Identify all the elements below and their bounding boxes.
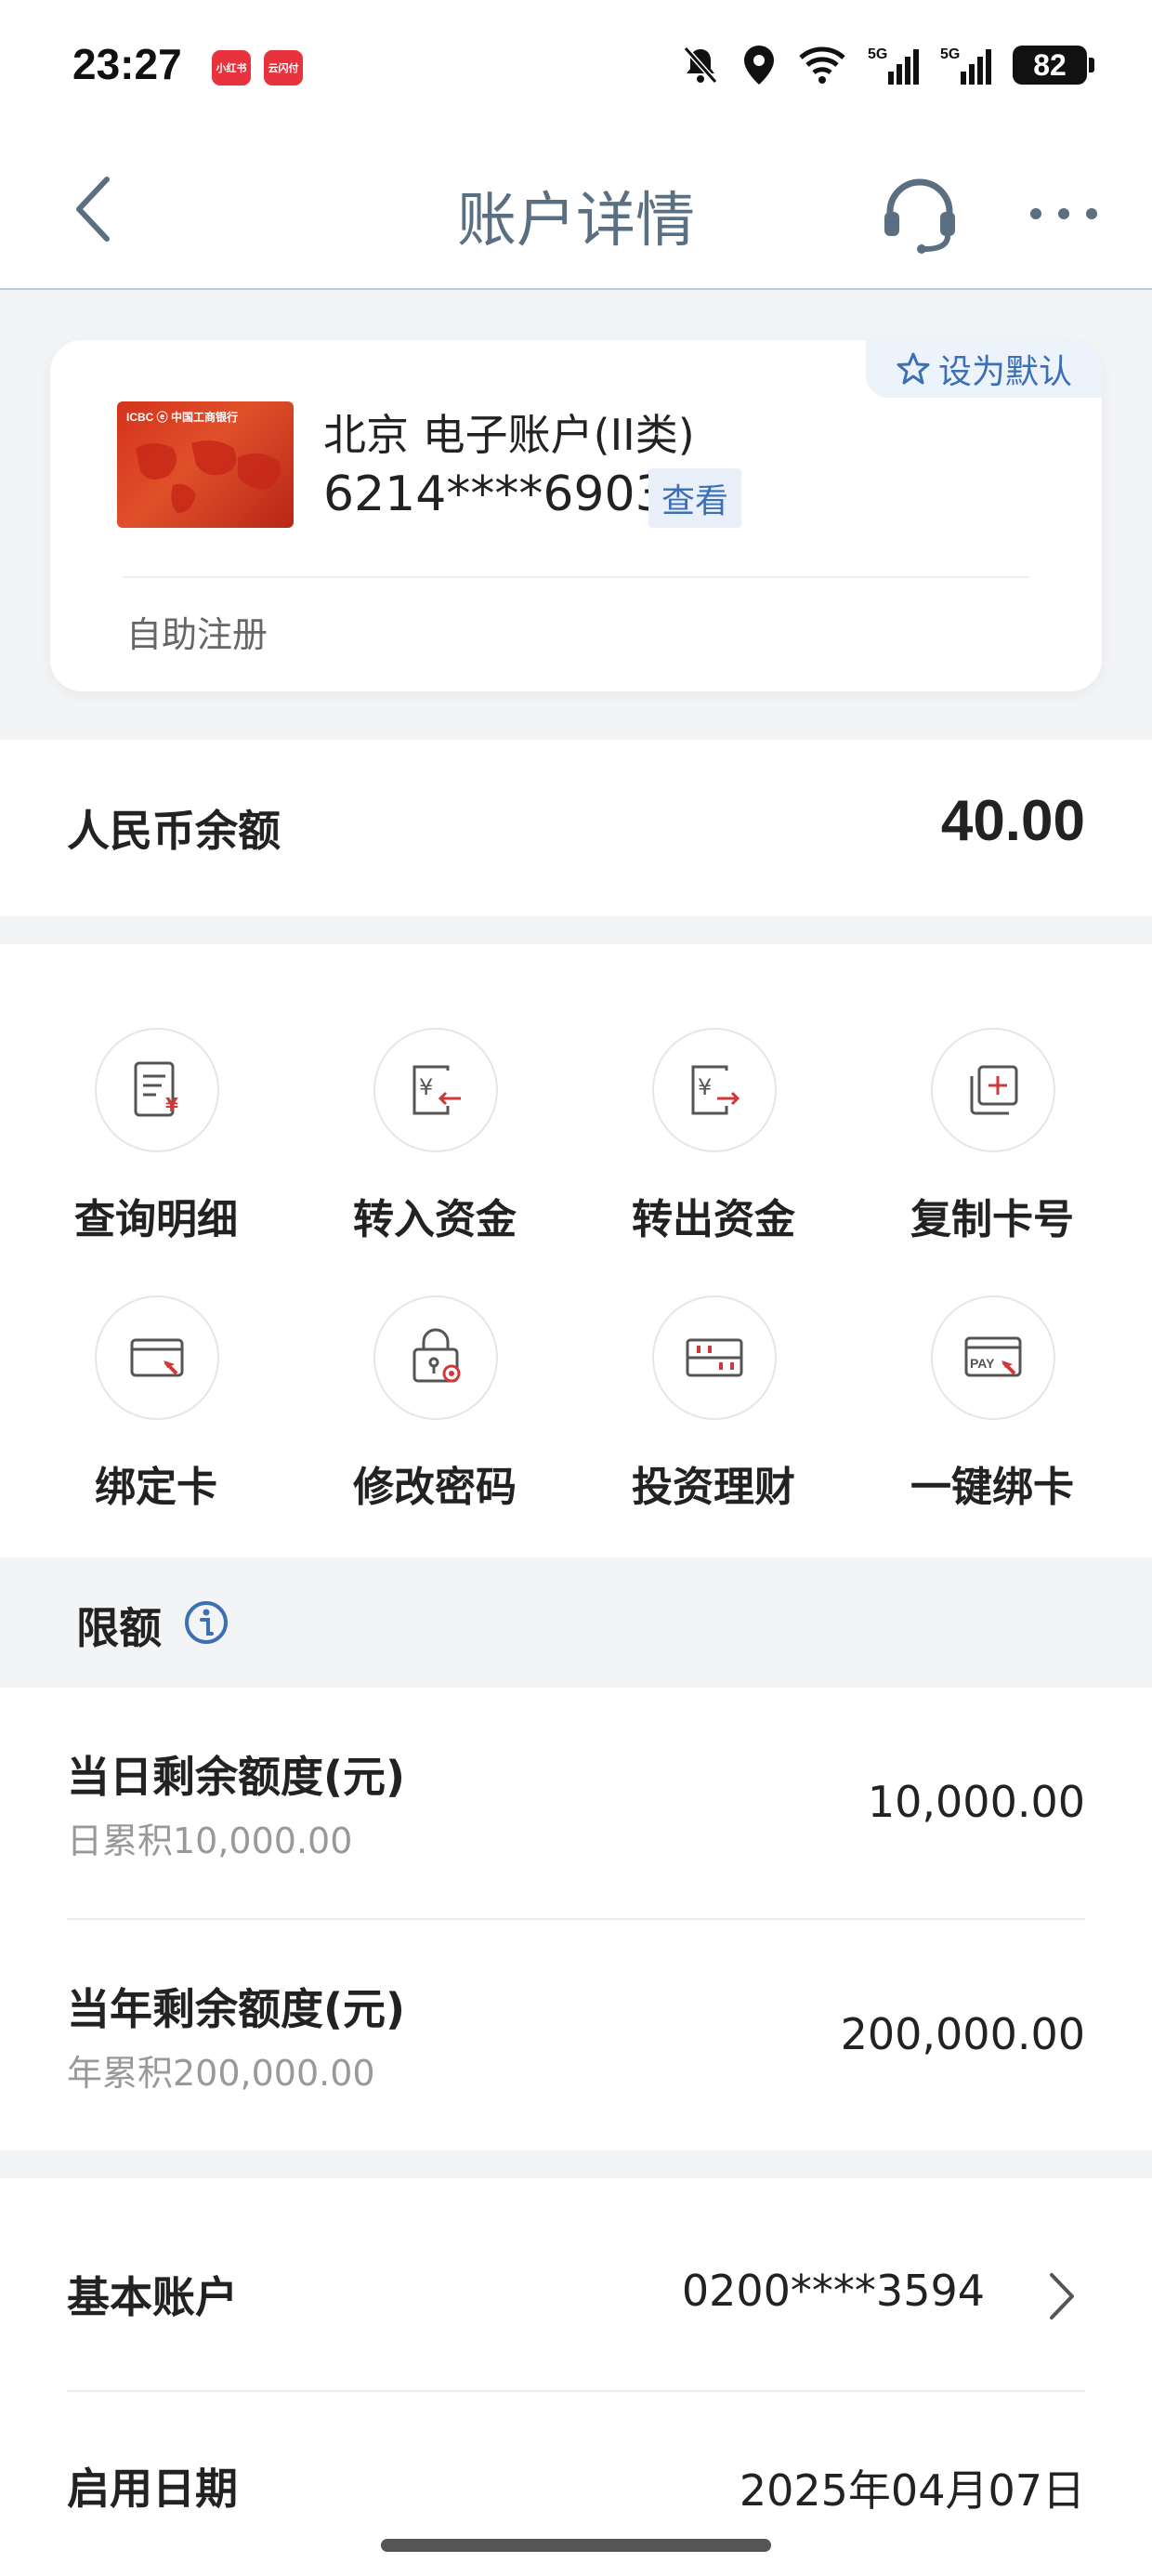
function-grid: ¥ 查询明细 ¥ 转入资金 ¥ 转出资金 复制卡号 绑定卡 修改密码 投资理财 …: [0, 944, 1152, 1557]
balance-row: 人民币余额 40.00: [0, 740, 1152, 916]
more-icon: [1030, 208, 1097, 219]
star-icon: [897, 352, 930, 385]
account-number: 6214****6903: [323, 467, 666, 522]
transfer-in-button[interactable]: ¥ 转入资金: [295, 963, 574, 1243]
location-icon: [744, 46, 774, 85]
basic-account-value: 0200****3594: [681, 2266, 985, 2316]
world-map-graphic: [136, 440, 281, 513]
statement-icon-circle: ¥: [95, 1028, 219, 1152]
daily-limit-row: 当日剩余额度(元) 日累积10,000.00 10,000.00: [0, 1688, 1152, 1920]
lock-settings-icon: [412, 1328, 461, 1383]
copy-icon: [970, 1065, 1018, 1115]
query-details-button[interactable]: ¥ 查询明细: [17, 963, 295, 1243]
set-default-label: 设为默认: [937, 353, 1072, 391]
one-click-bind-button[interactable]: PAY 一键绑卡: [853, 1230, 1132, 1511]
pay-card-icon: PAY: [964, 1336, 1022, 1377]
status-bar: 23:27 小红书 云闪付 5G 5G 82: [0, 0, 1152, 130]
investment-label: 投资理财: [632, 1464, 795, 1511]
svg-text:5G: 5G: [868, 46, 887, 62]
info-icon[interactable]: [182, 1598, 230, 1647]
battery-indicator: 82: [1013, 46, 1094, 85]
daily-limit-label: 当日剩余额度(元): [67, 1752, 406, 1802]
basic-account-row[interactable]: 基本账户 0200****3594: [0, 2178, 1152, 2392]
view-number-button[interactable]: 查看: [648, 468, 741, 528]
card-divider: [123, 576, 1029, 578]
bind-card-button[interactable]: 绑定卡: [17, 1230, 295, 1511]
limits-header: 限额: [0, 1557, 1152, 1688]
transfer-out-icon: ¥: [691, 1065, 740, 1115]
daily-limit-value: 10,000.00: [867, 1777, 1085, 1827]
abacus-icon-circle: [652, 1295, 777, 1420]
start-date-value: 2025年04月07日: [739, 2465, 1085, 2516]
start-date-label: 启用日期: [67, 2464, 238, 2514]
limits-title: 限额: [76, 1603, 162, 1653]
transfer-out-icon-circle: ¥: [652, 1028, 777, 1152]
transfer-out-button[interactable]: ¥ 转出资金: [574, 963, 853, 1243]
yearly-limit-sub: 年累积200,000.00: [67, 2053, 375, 2094]
wifi-icon: [799, 46, 845, 84]
mute-bell-icon: [683, 46, 718, 84]
yearly-limit-label: 当年剩余额度(元): [67, 1984, 406, 2034]
status-icons: 5G 5G 82: [680, 41, 1094, 89]
pay-card-icon-circle: PAY: [931, 1295, 1055, 1420]
svg-text:¥: ¥: [419, 1074, 433, 1100]
section-gap: [0, 916, 1152, 944]
copy-icon-circle: [931, 1028, 1055, 1152]
yearly-limit-row: 当年剩余额度(元) 年累积200,000.00 200,000.00: [0, 1920, 1152, 2150]
yearly-limit-value: 200,000.00: [840, 2009, 1085, 2059]
section-gap-2: [0, 2150, 1152, 2178]
bind-card-label: 绑定卡: [95, 1464, 217, 1511]
svg-text:¥: ¥: [165, 1094, 178, 1116]
account-source: 自助注册: [126, 614, 268, 655]
balance-value: 40.00: [940, 789, 1085, 853]
lock-icon-circle: [373, 1295, 498, 1420]
bank-card-image: ICBC ⓔ 中国工商银行: [117, 401, 294, 528]
one-click-bind-label: 一键绑卡: [910, 1464, 1074, 1511]
chevron-right-icon: [1050, 2273, 1074, 2320]
transfer-in-icon: ¥: [412, 1065, 461, 1115]
bind-card-icon: [130, 1338, 184, 1377]
yunshanfu-app-icon: 云闪付: [264, 50, 303, 85]
page-title: 账户详情: [457, 187, 695, 256]
home-indicator[interactable]: [381, 2539, 771, 2552]
abacus-icon: [686, 1338, 743, 1377]
change-password-button[interactable]: 修改密码: [295, 1230, 574, 1511]
statement-icon: ¥: [134, 1061, 178, 1117]
more-button[interactable]: [1022, 186, 1106, 242]
basic-account-label: 基本账户: [67, 2272, 238, 2322]
headset-icon: [884, 178, 955, 254]
account-card[interactable]: 设为默认 ICBC ⓔ 中国工商银行 北京 电子账户(II类) 6214****…: [50, 340, 1102, 691]
signal-5g-icon: 5G: [868, 46, 919, 85]
change-password-label: 修改密码: [353, 1464, 517, 1511]
status-time: 23:27: [72, 40, 182, 88]
signal-5g-icon-2: 5G: [940, 46, 991, 85]
set-default-button[interactable]: 设为默认: [866, 340, 1102, 398]
transfer-in-icon-circle: ¥: [373, 1028, 498, 1152]
copy-card-number-button[interactable]: 复制卡号: [853, 963, 1132, 1243]
svg-text:PAY: PAY: [970, 1356, 995, 1371]
nav-bar: 账户详情: [0, 130, 1152, 290]
account-name: 北京 电子账户(II类): [323, 410, 695, 460]
bind-card-icon-circle: [95, 1295, 219, 1420]
balance-label: 人民币余额: [67, 806, 281, 856]
customer-service-button[interactable]: [873, 167, 966, 260]
svg-text:¥: ¥: [698, 1074, 712, 1100]
xiaohongshu-app-icon: 小红书: [212, 50, 251, 85]
investment-button[interactable]: 投资理财: [574, 1230, 853, 1511]
svg-text:5G: 5G: [940, 46, 960, 62]
daily-limit-sub: 日累积10,000.00: [67, 1820, 353, 1861]
